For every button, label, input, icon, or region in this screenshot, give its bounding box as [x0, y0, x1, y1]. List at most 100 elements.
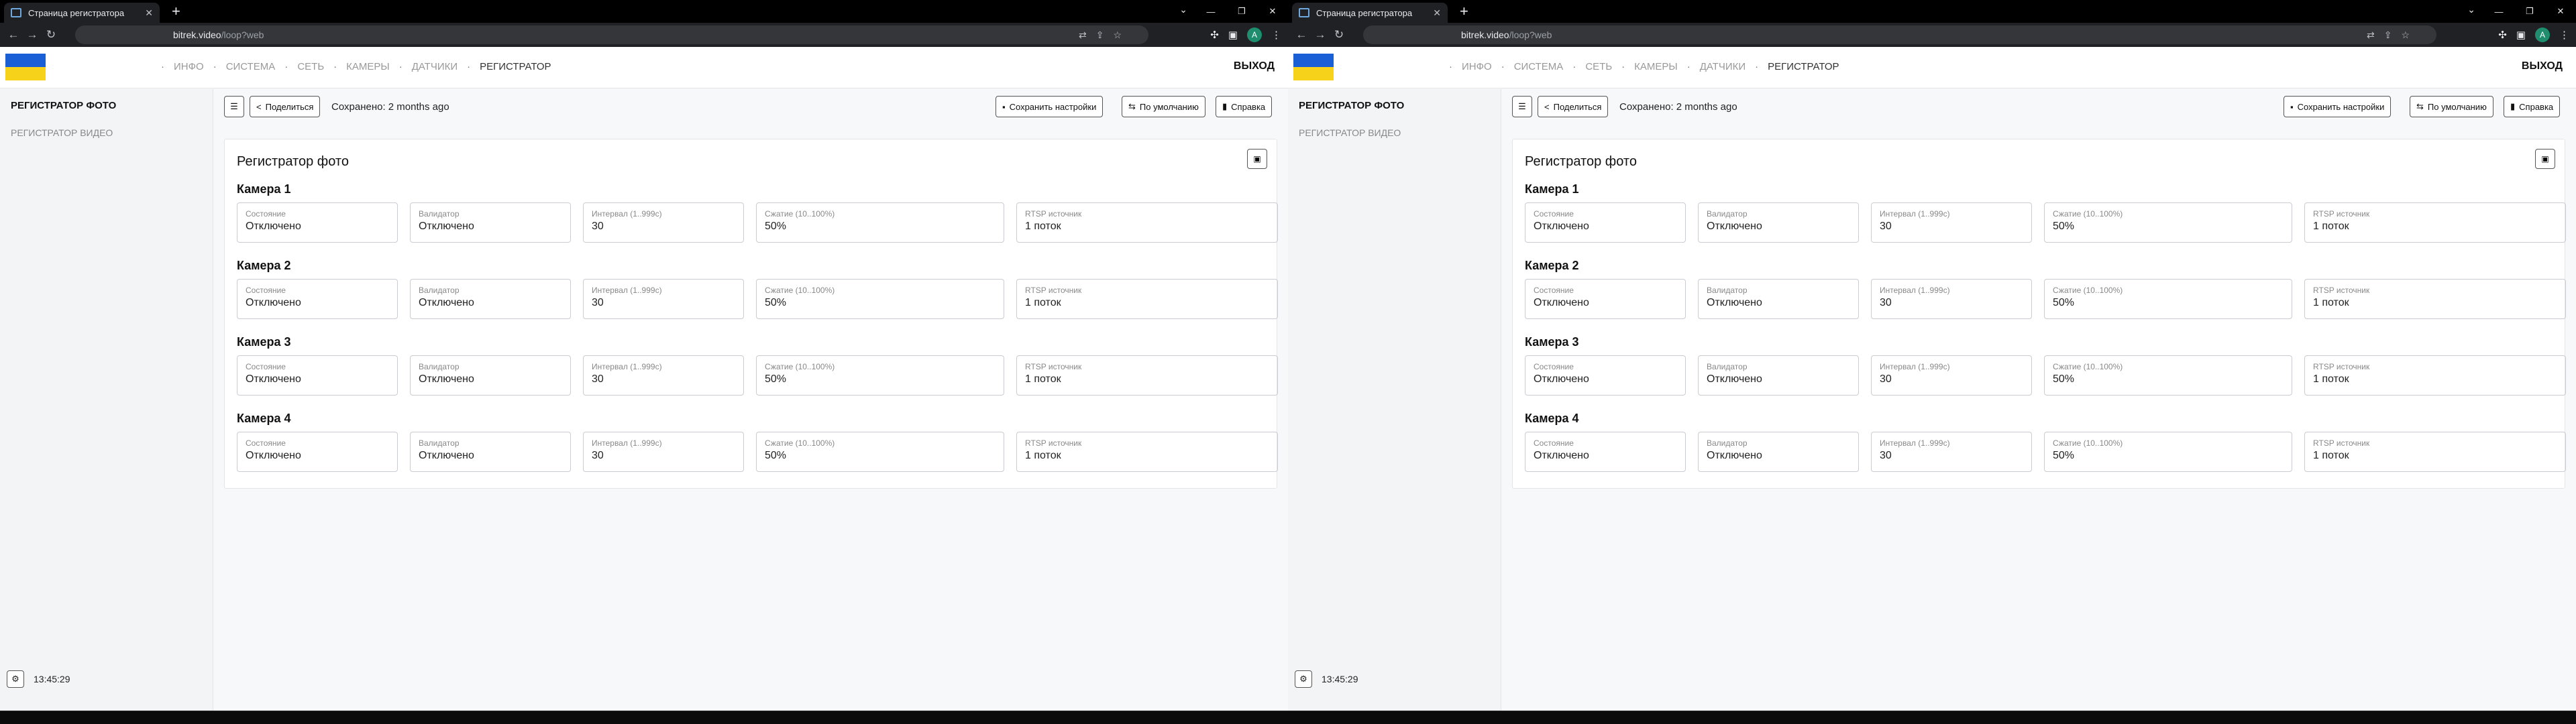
compression-field[interactable]: Сжатие (10..100%) 50% — [2044, 432, 2292, 472]
defaults-button[interactable]: ⇆ По умолчанию — [1122, 96, 1205, 117]
browser-menu-icon[interactable]: ⋮ — [2559, 29, 2569, 41]
restore-icon[interactable]: ❐ — [2514, 0, 2545, 23]
rtsp-source-field[interactable]: RTSP источник 1 поток — [2304, 432, 2566, 472]
sidebar-item-video-recorder[interactable]: РЕГИСТРАТОР ВИДЕО — [11, 127, 113, 138]
state-field[interactable]: Состояние Отключено — [1525, 432, 1686, 472]
save-settings-button[interactable]: ▪ Сохранить настройки — [2284, 96, 2392, 117]
list-view-button[interactable]: ☰ — [224, 96, 244, 117]
side-panel-icon[interactable]: ▣ — [1228, 29, 1238, 41]
forward-icon[interactable]: → — [1311, 25, 1330, 44]
rtsp-source-field[interactable]: RTSP источник 1 поток — [1016, 355, 1278, 396]
compression-field[interactable]: Сжатие (10..100%) 50% — [2044, 355, 2292, 396]
compression-field[interactable]: Сжатие (10..100%) 50% — [756, 432, 1004, 472]
state-field[interactable]: Состояние Отключено — [1525, 355, 1686, 396]
compression-field[interactable]: Сжатие (10..100%) 50% — [2044, 202, 2292, 243]
tab-search-icon[interactable]: ⌄ — [1179, 4, 1187, 15]
rtsp-source-field[interactable]: RTSP источник 1 поток — [2304, 202, 2566, 243]
rtsp-source-field[interactable]: RTSP источник 1 поток — [1016, 202, 1278, 243]
compression-field[interactable]: Сжатие (10..100%) 50% — [756, 355, 1004, 396]
validator-field[interactable]: Валидатор Отключено — [1698, 202, 1859, 243]
rtsp-source-field[interactable]: RTSP источник 1 поток — [1016, 432, 1278, 472]
browser-tab[interactable]: Страница регистратора ✕ — [1292, 3, 1448, 23]
minimize-icon[interactable]: — — [2483, 0, 2514, 23]
browser-menu-icon[interactable]: ⋮ — [1271, 29, 1281, 41]
validator-field[interactable]: Валидатор Отключено — [1698, 355, 1859, 396]
forward-icon[interactable]: → — [23, 25, 42, 44]
sidebar-item-photo-recorder[interactable]: РЕГИСТРАТОР ФОТО — [1299, 100, 1404, 111]
extensions-icon[interactable]: ✣ — [2498, 29, 2507, 41]
interval-field[interactable]: Интервал (1..999с) 30 — [1871, 355, 2032, 396]
validator-field[interactable]: Валидатор Отключено — [1698, 432, 1859, 472]
nav-system[interactable]: СИСТЕМА — [226, 61, 276, 72]
interval-field[interactable]: Интервал (1..999с) 30 — [1871, 432, 2032, 472]
settings-gear-icon[interactable]: ⚙ — [1295, 670, 1312, 688]
nav-recorder[interactable]: РЕГИСТРАТОР — [480, 61, 551, 72]
nav-sensors[interactable]: ДАТЧИКИ — [1700, 61, 1746, 72]
validator-field[interactable]: Валидатор Отключено — [410, 279, 571, 319]
reload-icon[interactable]: ↻ — [42, 25, 60, 44]
nav-network[interactable]: СЕТЬ — [297, 61, 324, 72]
validator-field[interactable]: Валидатор Отключено — [410, 202, 571, 243]
help-button[interactable]: ▮ Справка — [1216, 96, 1273, 117]
restore-icon[interactable]: ❐ — [1226, 0, 1257, 23]
new-tab-button[interactable]: + — [172, 4, 180, 19]
nav-cameras[interactable]: КАМЕРЫ — [346, 61, 390, 72]
interval-field[interactable]: Интервал (1..999с) 30 — [1871, 202, 2032, 243]
compression-field[interactable]: Сжатие (10..100%) 50% — [2044, 279, 2292, 319]
bookmark-star-icon[interactable]: ☆ — [1113, 29, 1122, 41]
logout-link[interactable]: ВЫХОД — [1234, 60, 1275, 72]
rtsp-source-field[interactable]: RTSP источник 1 поток — [2304, 355, 2566, 396]
nav-system[interactable]: СИСТЕМА — [1514, 61, 1564, 72]
state-field[interactable]: Состояние Отключено — [237, 202, 398, 243]
sidebar-item-video-recorder[interactable]: РЕГИСТРАТОР ВИДЕО — [1299, 127, 1401, 138]
list-view-button[interactable]: ☰ — [1512, 96, 1532, 117]
rtsp-source-field[interactable]: RTSP источник 1 поток — [2304, 279, 2566, 319]
state-field[interactable]: Состояние Отключено — [1525, 279, 1686, 319]
save-settings-button[interactable]: ▪ Сохранить настройки — [996, 96, 1104, 117]
bookmark-star-icon[interactable]: ☆ — [2401, 29, 2410, 41]
interval-field[interactable]: Интервал (1..999с) 30 — [583, 355, 744, 396]
address-bar[interactable]: bitrek.video/loop?web ⇄ ⇪ ☆ — [75, 25, 1148, 44]
nav-network[interactable]: СЕТЬ — [1585, 61, 1612, 72]
nav-recorder[interactable]: РЕГИСТРАТОР — [1768, 61, 1839, 72]
interval-field[interactable]: Интервал (1..999с) 30 — [583, 279, 744, 319]
nav-cameras[interactable]: КАМЕРЫ — [1634, 61, 1678, 72]
validator-field[interactable]: Валидатор Отключено — [1698, 279, 1859, 319]
validator-field[interactable]: Валидатор Отключено — [410, 432, 571, 472]
back-icon[interactable]: ← — [1292, 25, 1311, 44]
side-panel-icon[interactable]: ▣ — [2516, 29, 2526, 41]
compression-field[interactable]: Сжатие (10..100%) 50% — [756, 202, 1004, 243]
translate-icon[interactable]: ⇄ — [2367, 29, 2375, 41]
interval-field[interactable]: Интервал (1..999с) 30 — [1871, 279, 2032, 319]
save-card-icon[interactable]: ▣ — [1247, 149, 1267, 169]
rtsp-source-field[interactable]: RTSP источник 1 поток — [1016, 279, 1278, 319]
interval-field[interactable]: Интервал (1..999с) 30 — [583, 202, 744, 243]
tab-search-icon[interactable]: ⌄ — [2467, 4, 2475, 15]
profile-avatar[interactable]: A — [1247, 27, 1262, 42]
save-card-icon[interactable]: ▣ — [2535, 149, 2555, 169]
state-field[interactable]: Состояние Отключено — [237, 355, 398, 396]
share-page-icon[interactable]: ⇪ — [1096, 29, 1104, 41]
sidebar-item-photo-recorder[interactable]: РЕГИСТРАТОР ФОТО — [11, 100, 116, 111]
translate-icon[interactable]: ⇄ — [1079, 29, 1087, 41]
logout-link[interactable]: ВЫХОД — [2522, 60, 2563, 72]
settings-gear-icon[interactable]: ⚙ — [7, 670, 24, 688]
state-field[interactable]: Состояние Отключено — [237, 432, 398, 472]
validator-field[interactable]: Валидатор Отключено — [410, 355, 571, 396]
reload-icon[interactable]: ↻ — [1330, 25, 1348, 44]
share-page-icon[interactable]: ⇪ — [2384, 29, 2392, 41]
share-button[interactable]: < Поделиться — [1538, 96, 1609, 117]
back-icon[interactable]: ← — [4, 25, 23, 44]
tab-close-icon[interactable]: ✕ — [145, 7, 153, 19]
state-field[interactable]: Состояние Отключено — [1525, 202, 1686, 243]
help-button[interactable]: ▮ Справка — [2504, 96, 2561, 117]
new-tab-button[interactable]: + — [1460, 4, 1468, 19]
tab-close-icon[interactable]: ✕ — [1433, 7, 1441, 19]
browser-tab[interactable]: Страница регистратора ✕ — [4, 3, 160, 23]
extensions-icon[interactable]: ✣ — [1210, 29, 1219, 41]
nav-info[interactable]: ИНФО — [174, 61, 204, 72]
minimize-icon[interactable]: — — [1195, 0, 1226, 23]
interval-field[interactable]: Интервал (1..999с) 30 — [583, 432, 744, 472]
compression-field[interactable]: Сжатие (10..100%) 50% — [756, 279, 1004, 319]
address-bar[interactable]: bitrek.video/loop?web ⇄ ⇪ ☆ — [1363, 25, 2436, 44]
